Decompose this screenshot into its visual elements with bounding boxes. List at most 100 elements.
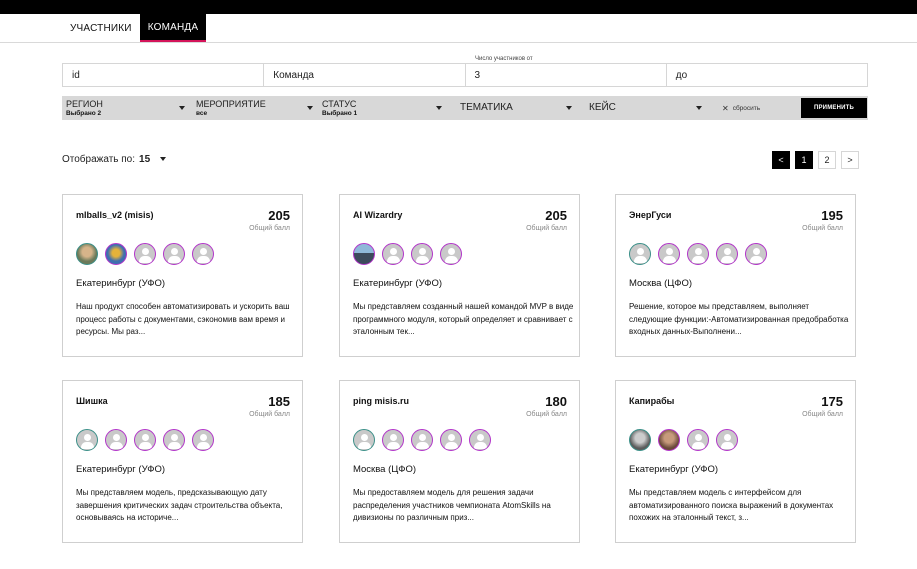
members-from-caption: Число участников от: [475, 56, 533, 62]
avatar-placeholder-icon[interactable]: [163, 429, 185, 451]
team-region: Москва (ЦФО): [353, 464, 417, 475]
topic-chevron-down-icon[interactable]: [566, 106, 572, 110]
team-card[interactable]: mlballs_v2 (misis) 205 Общий балл Екатер…: [62, 194, 303, 357]
avatar-placeholder-icon[interactable]: [382, 243, 404, 265]
avatar[interactable]: [353, 243, 375, 265]
avatar-placeholder-icon[interactable]: [192, 243, 214, 265]
team-name-field[interactable]: Команда: [263, 63, 465, 87]
chevron-down-icon[interactable]: [160, 157, 167, 161]
avatar-placeholder-icon[interactable]: [134, 429, 156, 451]
status-chevron-down-icon[interactable]: [436, 106, 442, 110]
member-avatars: [353, 243, 462, 265]
team-region: Екатеринбург (УФО): [629, 464, 719, 475]
team-card[interactable]: ping misis.ru 180 Общий балл Москва (ЦФО…: [339, 380, 580, 543]
prev-page-button[interactable]: <: [772, 151, 790, 169]
team-card[interactable]: ЭнерГуси 195 Общий балл Москва (ЦФО) Реш…: [615, 194, 856, 357]
case-chevron-down-icon[interactable]: [696, 106, 702, 110]
region-filter-label: РЕГИОН: [66, 98, 103, 109]
avatar-placeholder-icon[interactable]: [469, 429, 491, 451]
avatar-placeholder-icon[interactable]: [134, 243, 156, 265]
avatar[interactable]: [658, 429, 680, 451]
member-avatars: [353, 429, 491, 451]
avatar-placeholder-icon[interactable]: [382, 429, 404, 451]
next-page-button[interactable]: >: [841, 151, 859, 169]
avatar-placeholder-icon[interactable]: [716, 243, 738, 265]
close-icon: ✕: [722, 103, 729, 113]
score-label: Общий балл: [526, 225, 567, 232]
event-filter[interactable]: МЕРОПРИЯТИЕ все: [196, 96, 306, 120]
score-label: Общий балл: [802, 225, 843, 232]
avatar-placeholder-icon[interactable]: [687, 243, 709, 265]
team-name: mlballs_v2 (misis): [76, 210, 154, 220]
per-page-value: 15: [139, 153, 151, 165]
team-name: ping misis.ru: [353, 396, 410, 406]
team-score: 180: [545, 394, 567, 409]
page-2-button[interactable]: 2: [818, 151, 836, 169]
region-chevron-down-icon[interactable]: [179, 106, 185, 110]
status-filter-label: СТАТУС: [322, 98, 357, 109]
pagination: < 1 2 >: [772, 151, 859, 169]
case-filter[interactable]: КЕЙС: [589, 96, 689, 120]
member-avatars: [629, 429, 738, 451]
status-filter[interactable]: СТАТУС Выбрано 1: [322, 96, 432, 120]
reset-label: сбросить: [732, 104, 761, 112]
team-description: Мы предоставляем модель для решения зада…: [353, 488, 551, 522]
status-filter-value: Выбрано 1: [322, 109, 358, 117]
region-filter-value: Выбрано 2: [66, 109, 102, 117]
team-card[interactable]: Капирабы 175 Общий балл Екатеринбург (УФ…: [615, 380, 856, 543]
topic-filter[interactable]: ТЕМАТИКА: [460, 96, 560, 120]
team-region: Екатеринбург (УФО): [353, 278, 443, 289]
event-filter-value: все: [196, 109, 208, 117]
avatar-placeholder-icon[interactable]: [163, 243, 185, 265]
team-description: Наш продукт способен автоматизировать и …: [76, 302, 290, 336]
reset-button[interactable]: ✕ сбросить: [722, 96, 760, 120]
avatar-placeholder-icon[interactable]: [687, 429, 709, 451]
members-to-field[interactable]: до: [665, 63, 868, 87]
per-page-label: Отображать по:: [62, 153, 136, 165]
avatar-placeholder-icon[interactable]: [411, 243, 433, 265]
team-score: 175: [821, 394, 843, 409]
avatar-placeholder-icon[interactable]: [440, 243, 462, 265]
avatar-placeholder-icon[interactable]: [745, 243, 767, 265]
event-chevron-down-icon[interactable]: [307, 106, 313, 110]
team-score: 195: [821, 208, 843, 223]
region-filter[interactable]: РЕГИОН Выбрано 2: [66, 96, 186, 120]
page-1-button[interactable]: 1: [795, 151, 813, 169]
avatar-placeholder-icon[interactable]: [411, 429, 433, 451]
team-score: 205: [545, 208, 567, 223]
avatar[interactable]: [105, 243, 127, 265]
team-name: Шишка: [76, 396, 108, 406]
team-card[interactable]: AI Wizardry 205 Общий балл Екатеринбург …: [339, 194, 580, 357]
apply-button[interactable]: ПРИМЕНИТЬ: [801, 98, 867, 118]
team-score: 205: [268, 208, 290, 223]
avatar-placeholder-icon[interactable]: [716, 429, 738, 451]
search-fields-row: id Команда 3 до: [62, 63, 868, 87]
avatar-placeholder-icon[interactable]: [629, 243, 651, 265]
team-region: Екатеринбург (УФО): [76, 464, 166, 475]
team-region: Москва (ЦФО): [629, 278, 693, 289]
tab-participants[interactable]: УЧАСТНИКИ: [62, 14, 140, 42]
avatar-placeholder-icon[interactable]: [353, 429, 375, 451]
team-name: Капирабы: [629, 396, 675, 406]
avatar-placeholder-icon[interactable]: [192, 429, 214, 451]
avatar[interactable]: [76, 243, 98, 265]
event-filter-label: МЕРОПРИЯТИЕ: [196, 98, 266, 109]
avatar-placeholder-icon[interactable]: [440, 429, 462, 451]
avatar-placeholder-icon[interactable]: [658, 243, 680, 265]
avatar-placeholder-icon[interactable]: [76, 429, 98, 451]
team-description: Мы представляем созданный нашей командой…: [353, 302, 574, 336]
score-label: Общий балл: [526, 411, 567, 418]
members-from-field[interactable]: 3: [464, 63, 666, 87]
per-page-selector[interactable]: Отображать по: 15: [62, 152, 167, 166]
team-region: Екатеринбург (УФО): [76, 278, 166, 289]
team-card[interactable]: Шишка 185 Общий балл Екатеринбург (УФО) …: [62, 380, 303, 543]
member-avatars: [76, 243, 214, 265]
top-black-bar: [0, 0, 917, 14]
member-avatars: [76, 429, 214, 451]
id-field[interactable]: id: [62, 63, 264, 87]
avatar-placeholder-icon[interactable]: [105, 429, 127, 451]
filter-bar: РЕГИОН Выбрано 2 МЕРОПРИЯТИЕ все СТАТУС …: [62, 96, 868, 120]
score-label: Общий балл: [802, 411, 843, 418]
tab-team[interactable]: КОМАНДА: [139, 14, 207, 42]
avatar[interactable]: [629, 429, 651, 451]
